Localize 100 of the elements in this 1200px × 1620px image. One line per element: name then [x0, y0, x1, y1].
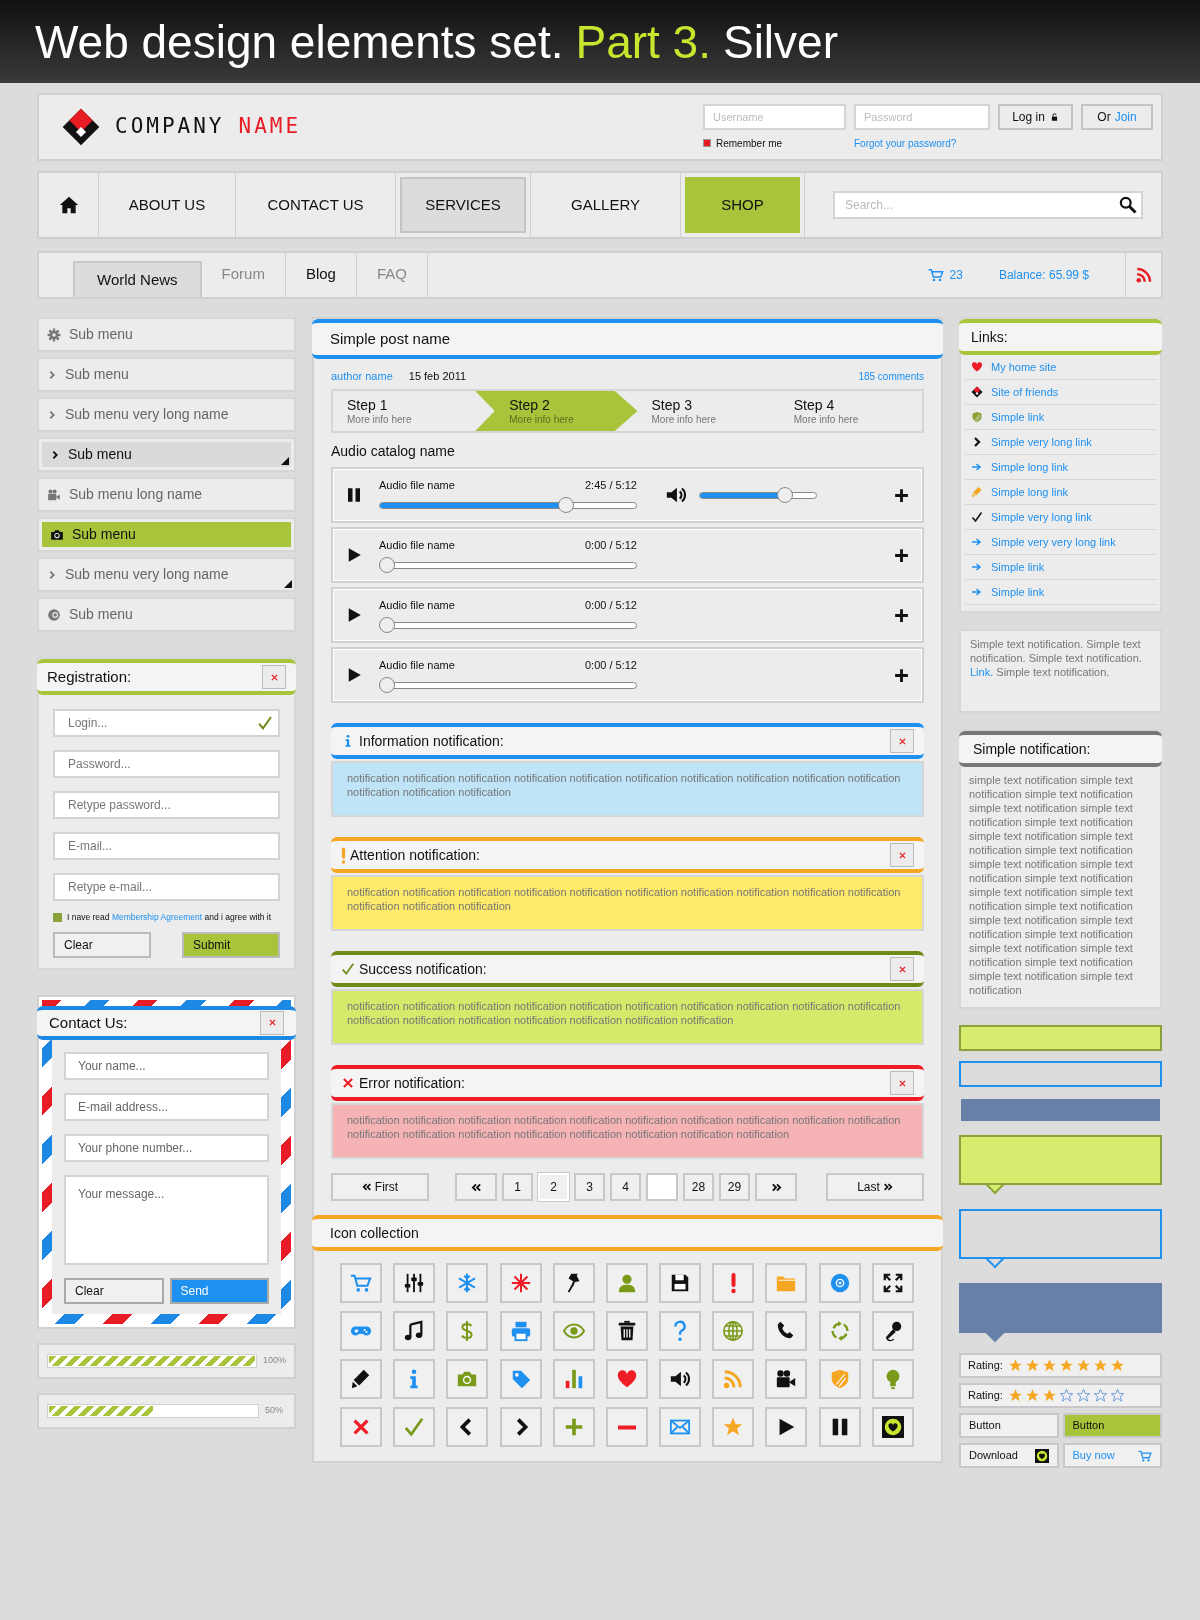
input-field[interactable]: Retype e-mail...: [53, 873, 280, 901]
sidebar-item[interactable]: Sub menu: [42, 442, 291, 467]
seek-slider[interactable]: [379, 557, 637, 574]
input-field[interactable]: Retype password...: [53, 791, 280, 819]
input-field[interactable]: E-mail...: [53, 832, 280, 860]
plus-icon[interactable]: [893, 546, 910, 564]
volume-slider[interactable]: [699, 487, 817, 503]
page-button[interactable]: 2: [538, 1173, 569, 1201]
icon-button[interactable]: [818, 1407, 861, 1447]
icon-button[interactable]: [393, 1263, 436, 1303]
icon-button[interactable]: [765, 1359, 808, 1399]
close-button[interactable]: [890, 957, 914, 981]
icon-button[interactable]: [765, 1407, 808, 1447]
input-field[interactable]: Your name...: [64, 1051, 269, 1080]
icon-button[interactable]: [659, 1263, 702, 1303]
icon-button[interactable]: [871, 1263, 914, 1303]
previous-page-button[interactable]: [455, 1173, 497, 1201]
close-button[interactable]: [262, 665, 286, 689]
page-button[interactable]: 28: [683, 1173, 714, 1201]
slider-thumb[interactable]: [558, 497, 575, 514]
remember-me-checkbox[interactable]: Remember me: [703, 135, 846, 151]
sidebar-item[interactable]: Sub menu: [39, 319, 294, 350]
sidebar-item[interactable]: Sub menu: [42, 522, 291, 547]
sidebar-item[interactable]: Sub menu long name: [39, 479, 294, 510]
username-field[interactable]: Username: [703, 103, 846, 130]
agreement-checkbox[interactable]: [53, 912, 62, 922]
tab[interactable]: World News: [73, 261, 202, 297]
sidebar-item[interactable]: Sub menu: [39, 599, 294, 630]
close-button[interactable]: [890, 843, 914, 867]
icon-button[interactable]: [340, 1359, 382, 1399]
login-button[interactable]: Log in: [998, 103, 1073, 130]
nav-link[interactable]: CONTACT US: [240, 177, 391, 233]
close-button[interactable]: [260, 1010, 284, 1035]
slider-thumb[interactable]: [776, 487, 793, 503]
page-button[interactable]: 1: [502, 1173, 533, 1201]
icon-button[interactable]: [871, 1407, 914, 1447]
rss-icon[interactable]: [1134, 266, 1153, 284]
slider-thumb[interactable]: [379, 677, 395, 694]
sidebar-item[interactable]: Sub menu very long name: [39, 559, 294, 590]
sidebar-item[interactable]: Sub menu very long name: [39, 399, 294, 430]
message-field[interactable]: Your message...: [64, 1174, 269, 1265]
step[interactable]: Step 3 More info here: [637, 391, 780, 431]
panel-title: Links:: [971, 327, 1008, 347]
page-button[interactable]: 29: [719, 1173, 750, 1201]
icon-button[interactable]: [499, 1407, 542, 1447]
form-button[interactable]: Submit: [182, 931, 280, 958]
nav-link[interactable]: SHOP: [685, 177, 800, 233]
icon-button[interactable]: [765, 1311, 808, 1351]
icon-button[interactable]: [393, 1311, 436, 1351]
nav-link[interactable]: SERVICES: [400, 177, 526, 233]
nav-link[interactable]: GALLERY: [535, 177, 676, 233]
step[interactable]: Step 2 More info here: [475, 391, 638, 431]
seek-slider[interactable]: [379, 617, 637, 634]
first-page-button[interactable]: First: [331, 1173, 429, 1201]
page-button[interactable]: 4: [610, 1173, 641, 1201]
home-icon[interactable]: [58, 195, 79, 215]
star-icon: [1007, 1388, 1023, 1403]
seek-slider[interactable]: [379, 677, 637, 694]
icon-button[interactable]: [552, 1263, 595, 1303]
icon-button[interactable]: [871, 1311, 914, 1351]
nav-link[interactable]: ABOUT US: [103, 177, 231, 233]
icon-button[interactable]: [659, 1359, 702, 1399]
next-page-button[interactable]: [755, 1173, 797, 1201]
last-page-button[interactable]: Last: [826, 1173, 924, 1201]
form-button[interactable]: Clear: [53, 931, 151, 958]
page-button[interactable]: 3: [574, 1173, 605, 1201]
download-button[interactable]: Download: [959, 1443, 1059, 1468]
page-input-field[interactable]: [646, 1173, 678, 1201]
plus-icon[interactable]: [893, 486, 910, 504]
button[interactable]: Button: [959, 1413, 1059, 1438]
icon-button[interactable]: [446, 1407, 489, 1447]
button[interactable]: Button: [1062, 1413, 1162, 1438]
input-field[interactable]: Login...: [53, 709, 280, 737]
plus-icon[interactable]: [893, 606, 910, 624]
plus-icon[interactable]: [893, 666, 910, 684]
slider-thumb[interactable]: [379, 617, 395, 634]
close-button[interactable]: [890, 1071, 914, 1095]
input-field[interactable]: Your phone number...: [64, 1133, 269, 1162]
star-outline-icon: [1109, 1388, 1125, 1403]
pause-icon[interactable]: [345, 486, 363, 504]
input-field[interactable]: E-mail address...: [64, 1092, 269, 1121]
step[interactable]: Step 1 More info here: [333, 391, 476, 431]
tab[interactable]: Blog: [285, 251, 357, 297]
search-field[interactable]: Search...: [833, 191, 1143, 219]
sidebar-item[interactable]: Sub menu: [39, 359, 294, 390]
page-title-suffix: Silver: [722, 18, 838, 65]
logo-text: COMPANY: [115, 113, 225, 141]
search-icon[interactable]: [1119, 196, 1137, 214]
star-icon: [722, 1416, 745, 1438]
form-button[interactable]: Clear: [64, 1277, 164, 1304]
cart-icon[interactable]: [927, 267, 944, 283]
input-field[interactable]: Password...: [53, 750, 280, 778]
password-field[interactable]: Password: [854, 103, 990, 130]
slider-thumb[interactable]: [379, 557, 395, 574]
star-icon: [1041, 1388, 1057, 1403]
join-button[interactable]: Or Join: [1081, 103, 1153, 130]
seek-slider[interactable]: [379, 497, 637, 514]
icon-button[interactable]: [605, 1311, 648, 1351]
step[interactable]: Step 4 More info here: [779, 391, 922, 431]
close-button[interactable]: [890, 729, 914, 753]
